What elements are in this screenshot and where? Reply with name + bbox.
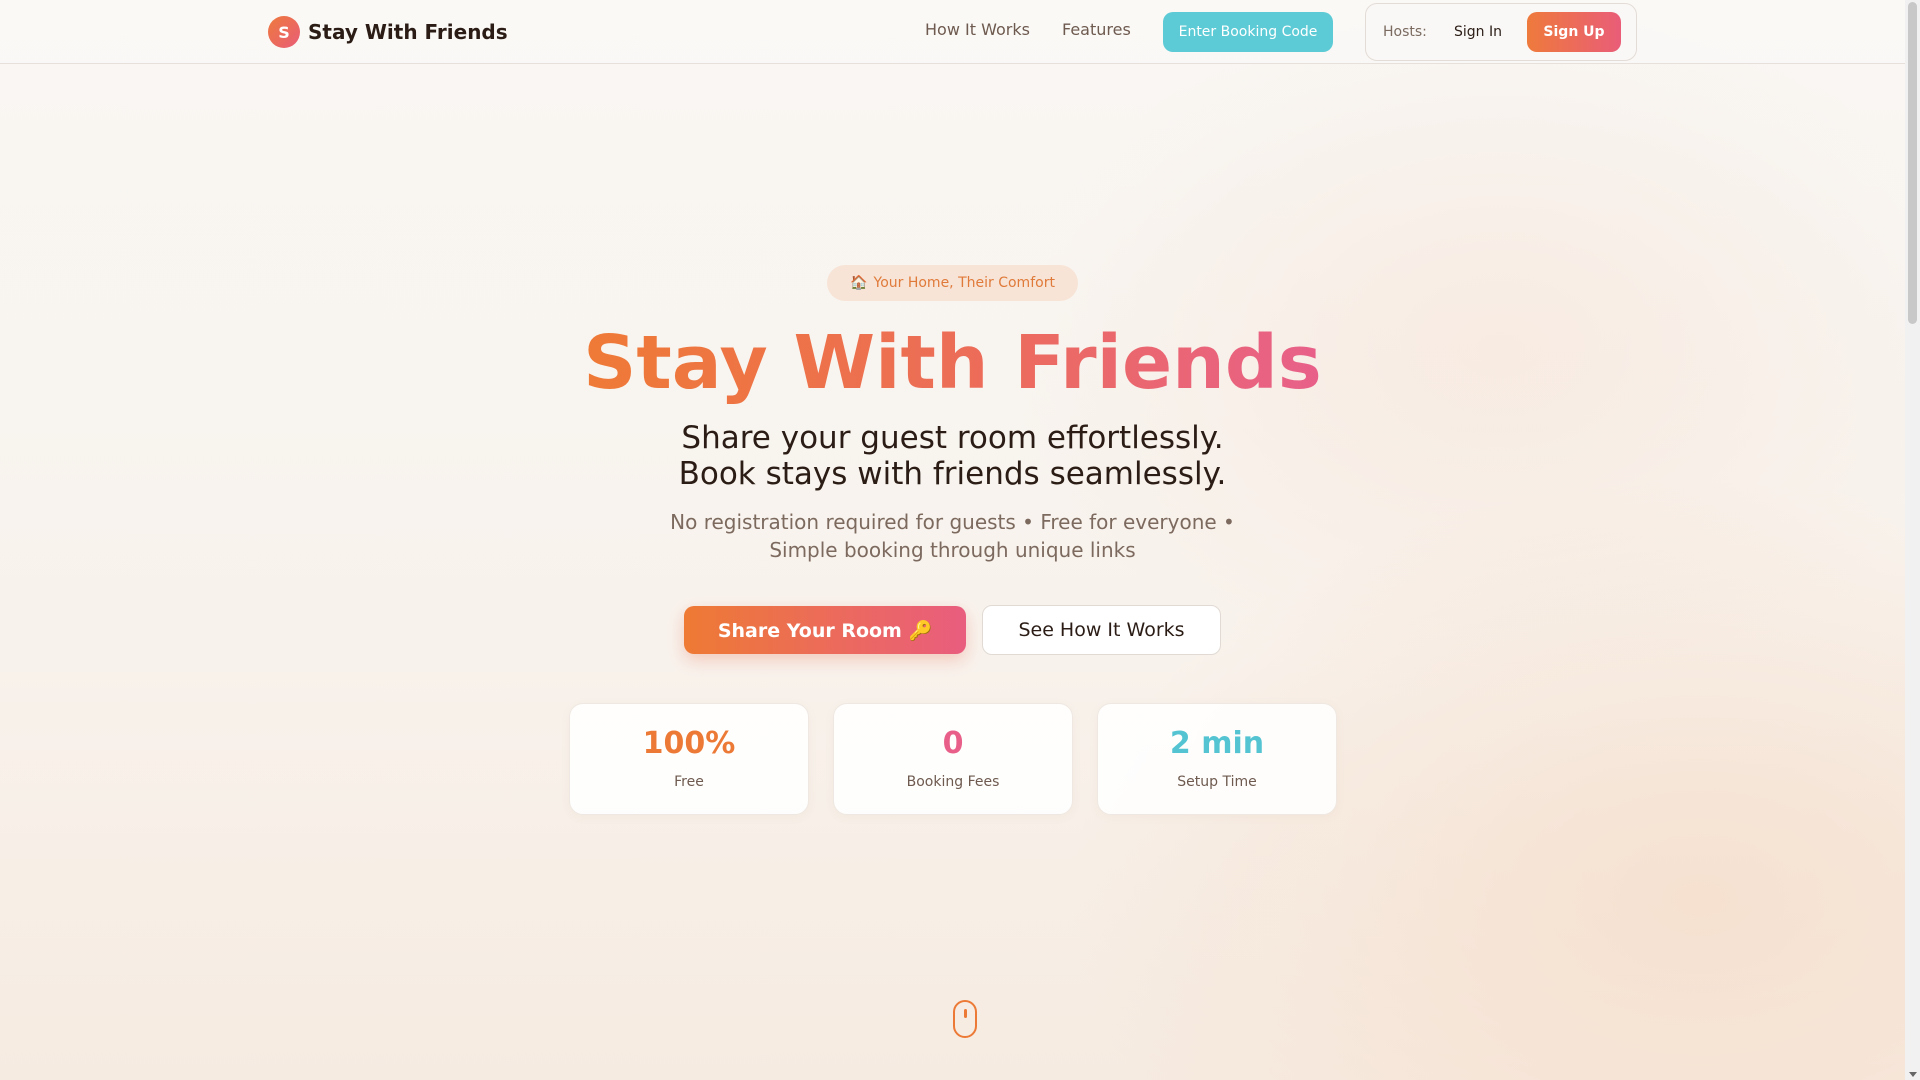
top-navbar: S Stay With Friends How It Works Feature… [0,0,1905,64]
sign-in-link[interactable]: Sign In [1454,24,1502,40]
stat-label: Setup Time [1177,774,1257,790]
stat-label: Free [674,774,704,790]
stat-value: 100% [642,726,736,761]
page-viewport: S Stay With Friends How It Works Feature… [0,0,1905,1080]
sign-up-button[interactable]: Sign Up [1527,12,1621,52]
house-icon: 🏠 [850,275,868,291]
brand-name: Stay With Friends [308,20,508,44]
nav-features[interactable]: Features [1062,20,1131,39]
hero-description: No registration required for guests • Fr… [670,510,1235,562]
stat-card-free: 100% Free [569,703,809,815]
page-scrollbar[interactable] [1905,0,1920,1080]
stat-card-booking-fees: 0 Booking Fees [833,703,1073,815]
stat-card-setup-time: 2 min Setup Time [1097,703,1337,815]
stat-label: Booking Fees [906,774,1000,790]
hosts-label: Hosts: [1383,24,1427,40]
share-your-room-button[interactable]: Share Your Room 🔑 [684,606,966,654]
scroll-down-arrow-icon[interactable] [1908,1072,1917,1077]
nav-how-it-works[interactable]: How It Works [925,20,1030,39]
tagline-text: Your Home, Their Comfort [873,275,1055,291]
brand-logo-icon: S [268,16,300,48]
stat-value: 0 [942,726,964,761]
stat-value: 2 min [1169,726,1265,761]
hosts-auth-group: Hosts: Sign In Sign Up [1365,3,1637,61]
scroll-down-mouse-icon[interactable] [953,1000,977,1038]
enter-booking-code-button[interactable]: Enter Booking Code [1163,12,1333,52]
brand-link[interactable]: S Stay With Friends [268,16,508,48]
see-how-it-works-button[interactable]: See How It Works [982,605,1221,655]
hero-title: Stay With Friends [0,318,1905,408]
scrollbar-thumb[interactable] [1908,2,1917,324]
hero-title-text: Stay With Friends [583,320,1322,406]
hero-subtitle: Share your guest room effortlessly. Book… [678,420,1227,492]
tagline-badge: 🏠 Your Home, Their Comfort [827,265,1078,301]
